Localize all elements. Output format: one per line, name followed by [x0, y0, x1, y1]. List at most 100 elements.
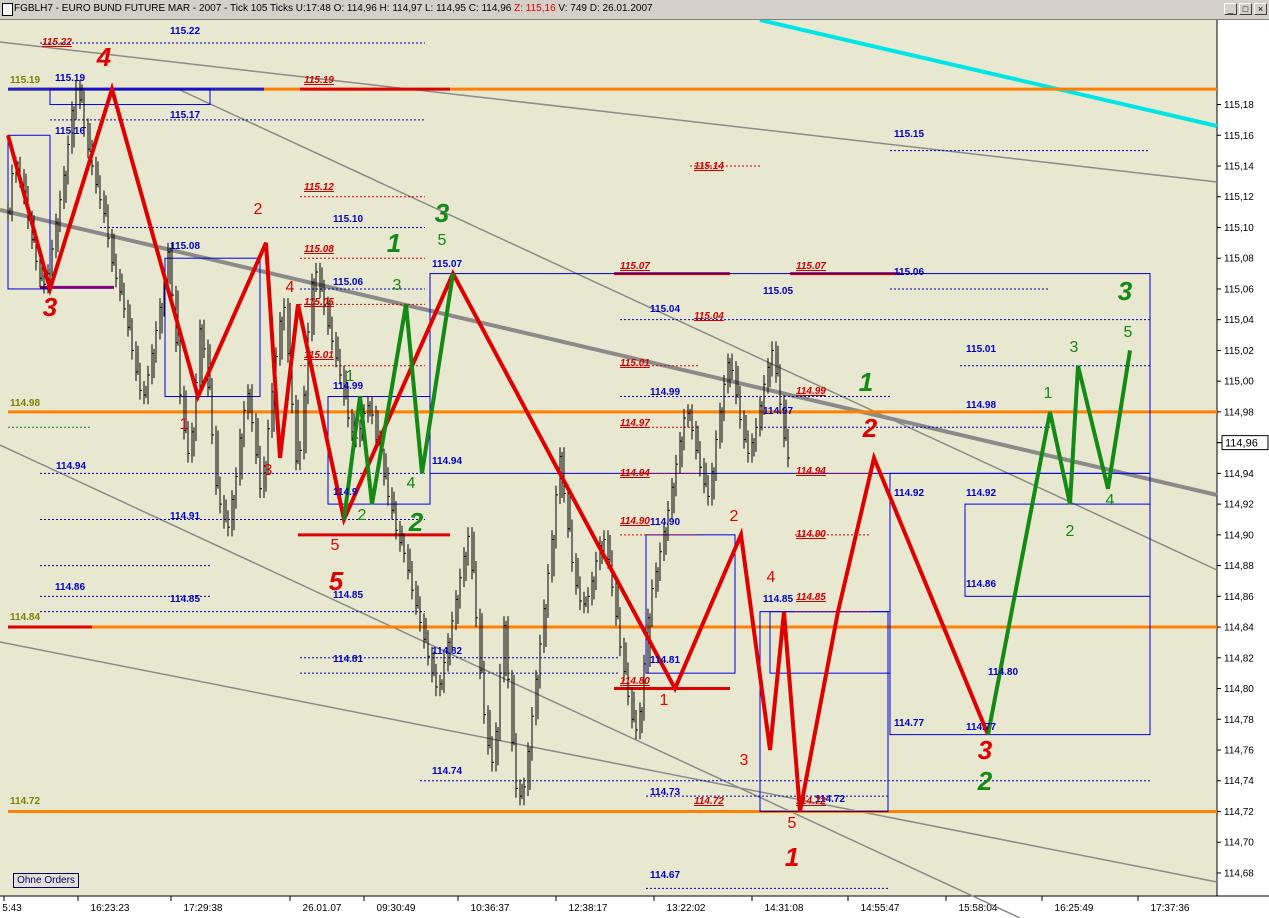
- c-label: C:: [468, 3, 479, 14]
- green-wave-label: 2: [1066, 523, 1075, 540]
- blue-level-label: 114.82: [432, 646, 462, 657]
- blue-level-label: 115.17: [170, 110, 200, 121]
- olive-level-label: 114.84: [10, 612, 40, 623]
- blue-level-label: 114.91: [170, 511, 200, 522]
- blue-level-label: 115.15: [894, 129, 924, 140]
- red-level-label: 115.19: [304, 75, 334, 86]
- instrument-name: EURO BUND FUTURE: [61, 3, 166, 14]
- price-chart[interactable]: 115,18 115,16 115,14 115,12 115,10 115,08 115,…: [0, 20, 1269, 918]
- x-tick-label: 5:43: [2, 903, 22, 914]
- red-level-label: 114.90: [620, 516, 650, 527]
- green-wave-label-large: 2: [408, 507, 424, 537]
- green-wave-label: 1: [346, 368, 355, 385]
- v-value: 749: [570, 3, 587, 14]
- blue-level-label: 114.98: [966, 400, 996, 411]
- c-value: 114,96: [481, 3, 512, 14]
- green-wave-label: 2: [358, 507, 367, 524]
- green-wave-label-large: 2: [977, 766, 993, 796]
- h-label: H:: [379, 3, 390, 14]
- maximize-button[interactable]: □: [1239, 3, 1252, 15]
- x-tick-label: 14:55:47: [861, 903, 900, 914]
- y-tick-label: 114,68: [1224, 868, 1254, 879]
- blue-level-label: 114.73: [650, 787, 680, 798]
- y-tick-label: 115,16: [1224, 131, 1254, 142]
- green-wave-label: 3: [1070, 339, 1079, 356]
- l-label: L:: [424, 3, 434, 14]
- red-wave-label: 3: [740, 752, 749, 769]
- o-label: O:: [333, 3, 345, 14]
- price-axis-background: [1217, 20, 1269, 896]
- y-tick-label: 114,92: [1224, 500, 1254, 511]
- x-tick-label: 26.01.07: [303, 903, 342, 914]
- x-tick-label: 12:38:17: [569, 903, 608, 914]
- blue-level-label: 114.80: [988, 667, 1018, 678]
- blue-level-label: 114.81: [333, 654, 363, 665]
- blue-level-label: 115.16: [55, 126, 85, 137]
- close-button[interactable]: ×: [1254, 3, 1267, 15]
- blue-level-label: 114.81: [650, 655, 680, 666]
- green-wave-label: 5: [438, 232, 447, 249]
- blue-level-label: 115.06: [333, 277, 363, 288]
- blue-level-label: 115.10: [333, 214, 363, 225]
- blue-level-label: 114.77: [966, 722, 996, 733]
- red-level-label: 114.72: [796, 796, 826, 807]
- green-wave-label-large: 1: [859, 367, 873, 397]
- x-tick-label: 10:36:37: [471, 903, 510, 914]
- red-level-label: 115.08: [304, 244, 334, 255]
- quote-header: FGBLH7 - EURO BUND FUTURE MAR - 2007 - T…: [14, 3, 653, 14]
- d-label: D:: [589, 3, 600, 14]
- blue-level-label: 115.07: [432, 259, 462, 270]
- red-wave-label: 4: [767, 569, 776, 586]
- blue-level-label: 114.86: [966, 579, 996, 590]
- y-tick-label: 114,86: [1224, 592, 1254, 603]
- red-wave-label: 4: [286, 279, 295, 296]
- blue-level-label: 114.92: [966, 488, 996, 499]
- chart-area[interactable]: 115,18 115,16 115,14 115,12 115,10 115,08 115,…: [0, 20, 1269, 918]
- bar-interval: Tick 105 Ticks: [230, 3, 293, 14]
- blue-level-label: 115.04: [650, 304, 680, 315]
- orders-toggle-button[interactable]: Ohne Orders: [13, 873, 79, 888]
- olive-level-label: 114.72: [10, 796, 40, 807]
- red-level-label: 114.90: [796, 529, 826, 540]
- red-wave-label-large: 5: [329, 566, 344, 596]
- y-tick-label: 115,10: [1224, 223, 1254, 234]
- u-label: U:: [295, 3, 306, 14]
- red-wave-label-large: 2: [862, 413, 878, 443]
- red-level-label: 114.99: [796, 386, 826, 397]
- red-level-label: 115.01: [304, 350, 334, 361]
- red-wave-label: 2: [730, 508, 739, 525]
- x-tick-label: 17:29:38: [184, 903, 223, 914]
- blue-level-label: 114.86: [55, 582, 85, 593]
- red-wave-label: 1: [180, 416, 189, 433]
- y-tick-label: 115,06: [1224, 284, 1254, 295]
- d-value: 26.01.2007: [602, 3, 653, 14]
- minimize-button[interactable]: _: [1224, 3, 1237, 15]
- blue-level-label: 114.99: [650, 387, 680, 398]
- blue-level-label: 114.90: [650, 517, 680, 528]
- green-wave-label: 1: [1044, 385, 1053, 402]
- x-tick-label: 14:31:08: [765, 903, 804, 914]
- blue-level-label: 114.94: [56, 461, 86, 472]
- red-wave-label-large: 4: [96, 42, 112, 72]
- green-wave-label-large: 1: [387, 228, 401, 258]
- contract-month: MAR - 2007: [167, 3, 222, 14]
- u-value: 17:48: [305, 3, 331, 14]
- blue-level-label: 114.97: [763, 406, 793, 417]
- green-wave-label-large: 3: [435, 198, 450, 228]
- y-tick-label: 114,74: [1224, 776, 1254, 787]
- y-tick-label: 114,70: [1224, 838, 1254, 849]
- green-wave-label: 5: [1124, 324, 1133, 341]
- h-value: 114,97: [392, 3, 423, 14]
- blue-level-label: 114.85: [170, 594, 200, 605]
- olive-level-label: 115.19: [10, 75, 40, 86]
- red-wave-label: 5: [331, 537, 340, 554]
- x-tick-label: 16:25:49: [1055, 903, 1094, 914]
- plot-background: [0, 20, 1217, 896]
- y-tick-label: 114,90: [1224, 530, 1254, 541]
- title-bar[interactable]: FGBLH7 - EURO BUND FUTURE MAR - 2007 - T…: [0, 0, 1269, 20]
- symbol: FGBLH7: [14, 3, 53, 14]
- y-tick-label: 115,02: [1224, 346, 1254, 357]
- blue-level-label: 115.19: [55, 73, 85, 84]
- y-tick-label: 115,12: [1224, 192, 1254, 203]
- v-label: V:: [558, 3, 568, 14]
